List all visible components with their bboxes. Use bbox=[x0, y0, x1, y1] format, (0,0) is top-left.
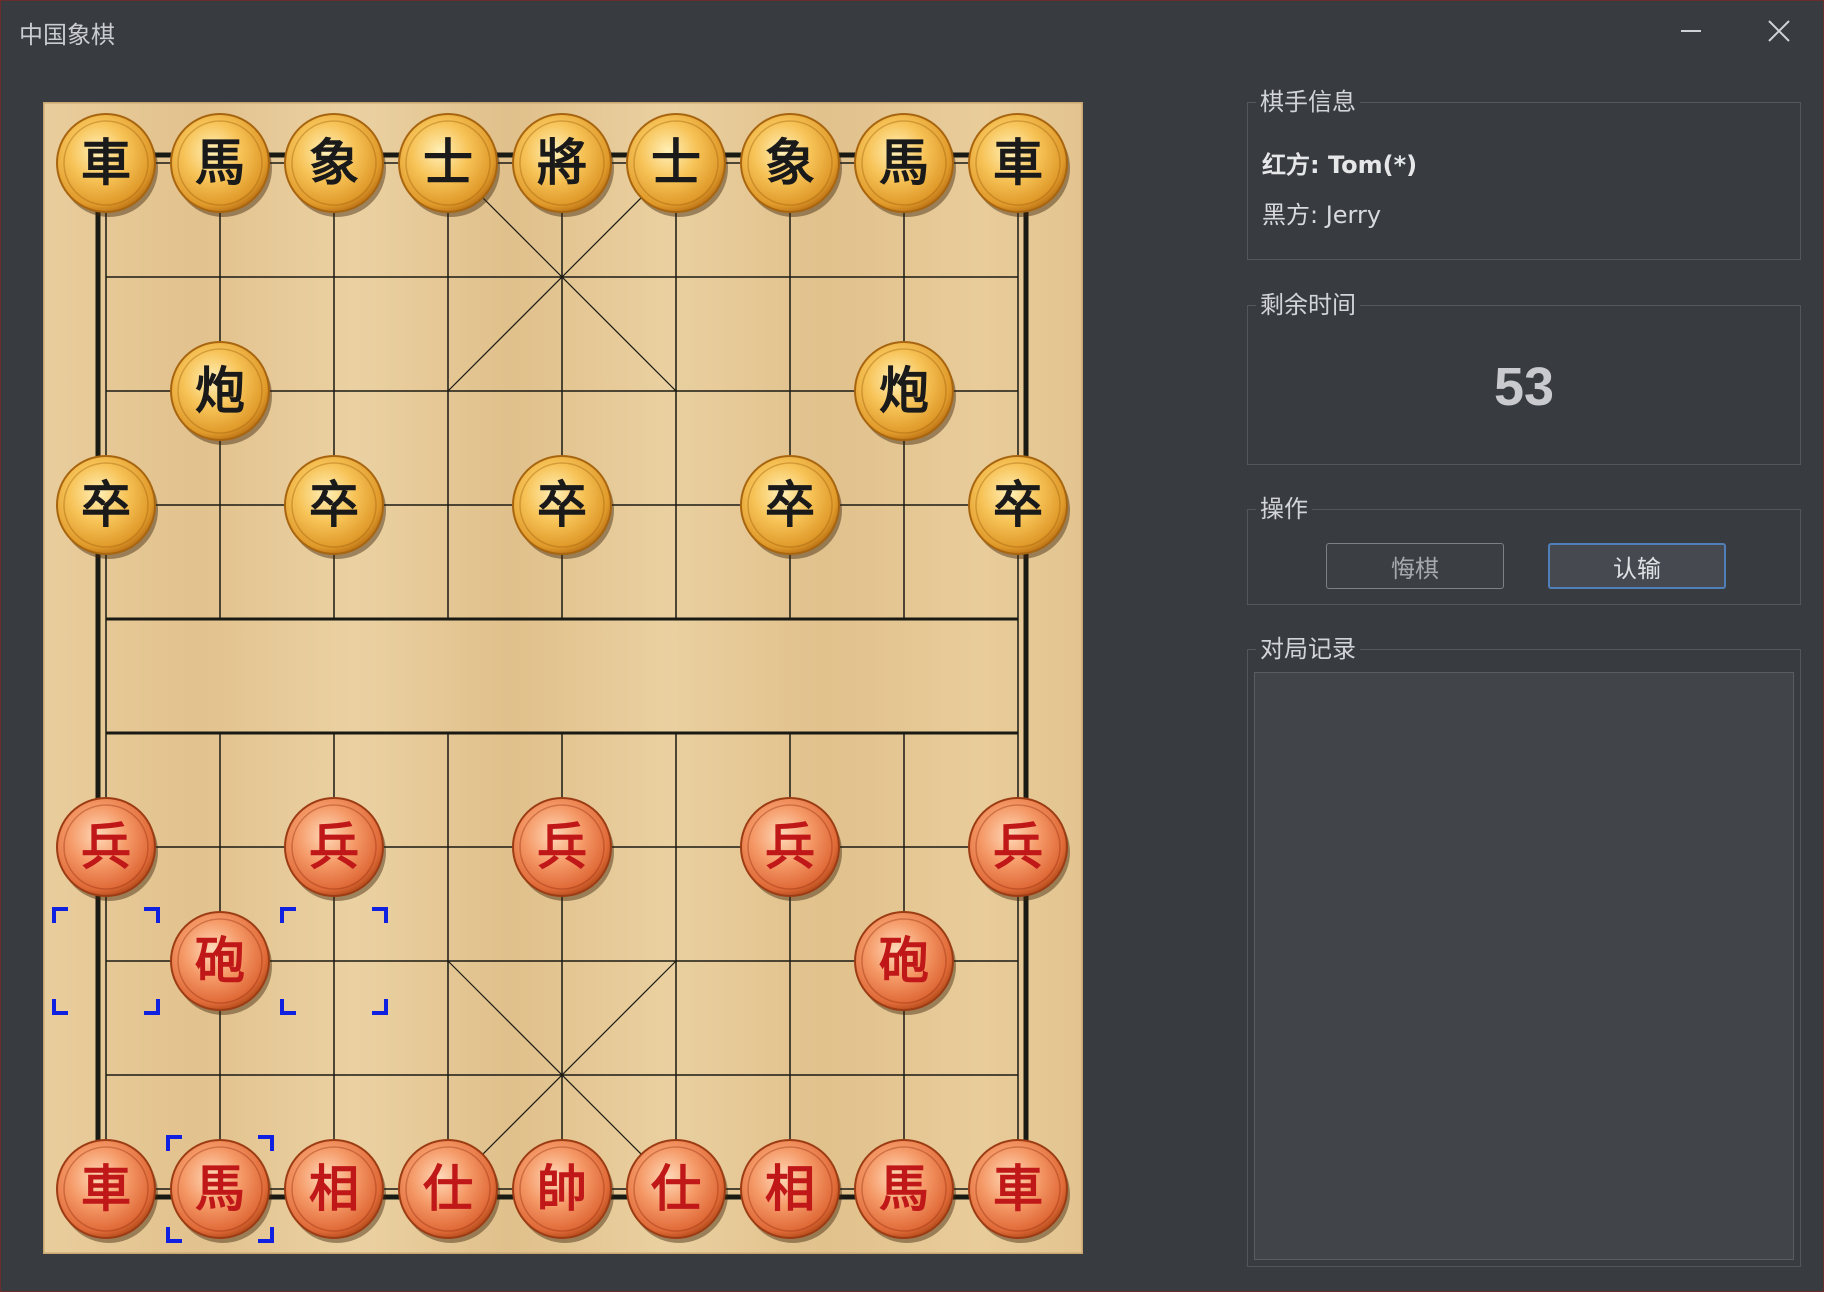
chess-board[interactable]: 車馬象士將士象馬車炮炮卒卒卒卒卒兵兵兵兵兵砲砲車馬相仕帥仕相馬車 bbox=[43, 102, 1083, 1254]
piece-glyph: 砲 bbox=[879, 931, 929, 990]
piece-glyph: 炮 bbox=[195, 361, 245, 420]
close-icon bbox=[1768, 20, 1790, 42]
black-player-label: 黑方: Jerry bbox=[1262, 201, 1382, 229]
minimize-icon bbox=[1681, 30, 1701, 32]
piece-glyph: 將 bbox=[537, 133, 587, 192]
remaining-time-title: 剩余时间 bbox=[1256, 290, 1360, 320]
piece-glyph: 卒 bbox=[765, 475, 815, 534]
actions-group: 操作 悔棋 认输 bbox=[1247, 494, 1801, 605]
player-info-group: 棋手信息 红方: Tom(*) 黑方: Jerry bbox=[1247, 87, 1801, 260]
piece-glyph: 車 bbox=[81, 133, 131, 192]
piece-glyph: 兵 bbox=[993, 817, 1043, 876]
piece-glyph: 兵 bbox=[81, 817, 131, 876]
remaining-time-group: 剩余时间 53 bbox=[1247, 290, 1801, 465]
piece-glyph: 仕 bbox=[423, 1159, 473, 1218]
piece-glyph: 兵 bbox=[537, 817, 587, 876]
piece-glyph: 車 bbox=[993, 133, 1043, 192]
remaining-time-value: 53 bbox=[1493, 357, 1555, 417]
app-window: 中国象棋 車 馬 象 士 將 士 象 馬 車 炮 炮 卒 卒 卒 卒 卒 兵 兵… bbox=[0, 0, 1824, 1292]
player-info-title: 棋手信息 bbox=[1256, 87, 1360, 117]
piece-glyph: 車 bbox=[993, 1159, 1043, 1218]
piece-glyph: 兵 bbox=[309, 817, 359, 876]
piece-glyph: 象 bbox=[309, 133, 359, 192]
piece-glyph: 馬 bbox=[195, 133, 245, 192]
piece-glyph: 馬 bbox=[195, 1159, 245, 1218]
piece-glyph: 卒 bbox=[537, 475, 587, 534]
piece-glyph: 馬 bbox=[879, 133, 929, 192]
board-canvas[interactable]: 車馬象士將士象馬車炮 炮卒卒卒卒卒兵兵兵兵兵砲 砲車馬相仕帥仕相馬車 bbox=[43, 102, 1083, 1254]
piece-glyph: 帥 bbox=[537, 1159, 587, 1218]
piece-glyph: 相 bbox=[765, 1159, 815, 1218]
game-record-list[interactable] bbox=[1254, 672, 1794, 1260]
piece-glyph: 卒 bbox=[309, 475, 359, 534]
piece-glyph: 馬 bbox=[879, 1159, 929, 1218]
game-record-group: 对局记录 bbox=[1247, 634, 1801, 1267]
piece-glyph: 象 bbox=[765, 133, 815, 192]
piece-glyph: 士 bbox=[651, 133, 701, 192]
window-title: 中国象棋 bbox=[19, 21, 115, 49]
close-button[interactable] bbox=[1757, 11, 1801, 51]
actions-title: 操作 bbox=[1256, 494, 1312, 524]
piece-glyph: 兵 bbox=[765, 817, 815, 876]
minimize-button[interactable] bbox=[1669, 11, 1713, 51]
red-player-label: 红方: Tom(*) bbox=[1262, 151, 1418, 179]
title-bar: 中国象棋 bbox=[1, 1, 1823, 61]
piece-glyph: 相 bbox=[309, 1159, 359, 1218]
piece-glyph: 仕 bbox=[651, 1159, 701, 1218]
game-record-title: 对局记录 bbox=[1256, 634, 1360, 664]
piece-glyph: 卒 bbox=[81, 475, 131, 534]
piece-glyph: 車 bbox=[81, 1159, 131, 1218]
piece-glyph: 炮 bbox=[879, 361, 929, 420]
resign-button[interactable]: 认输 bbox=[1548, 543, 1726, 589]
piece-glyph: 砲 bbox=[195, 931, 245, 990]
board-surface bbox=[43, 102, 1083, 1254]
undo-button[interactable]: 悔棋 bbox=[1326, 543, 1504, 589]
piece-glyph: 卒 bbox=[993, 475, 1043, 534]
piece-glyph: 士 bbox=[423, 133, 473, 192]
